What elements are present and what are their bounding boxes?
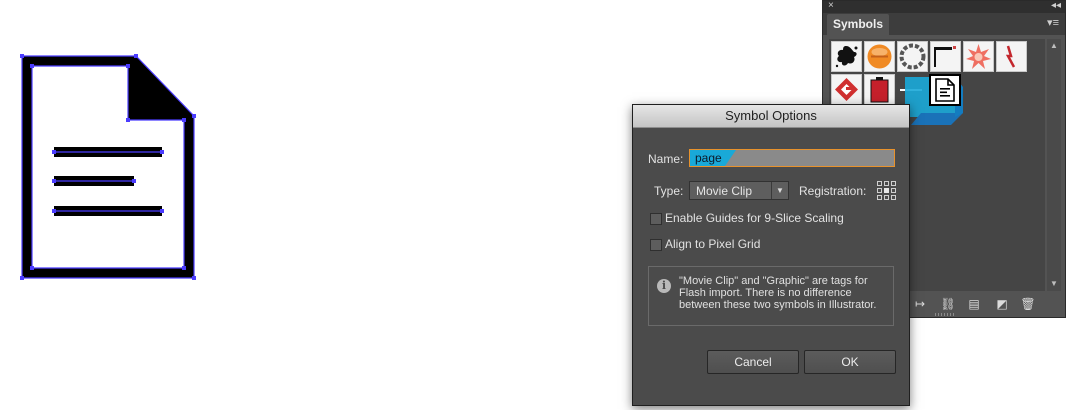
dialog-title: Symbol Options (725, 108, 817, 123)
pixel-grid-checkbox[interactable] (650, 239, 662, 251)
type-select-value: Movie Clip (696, 184, 753, 198)
cancel-button[interactable]: Cancel (707, 350, 799, 374)
symbol-pink-burst[interactable] (963, 41, 994, 72)
chevron-down-icon: ▼ (771, 182, 788, 199)
new-symbol-icon[interactable]: ◩ (993, 295, 1011, 313)
panel-topbar: × ◂◂ (823, 0, 1065, 13)
page-artwork[interactable] (18, 52, 202, 288)
registration-label: Registration: (799, 184, 867, 198)
ok-button[interactable]: OK (804, 350, 896, 374)
place-instance-icon[interactable]: ↦ (911, 295, 929, 313)
type-select[interactable]: Movie Clip ▼ (689, 181, 789, 200)
scroll-up-icon[interactable]: ▲ (1047, 39, 1061, 53)
symbol-flag-banner[interactable] (930, 41, 961, 72)
symbol-scrollbar[interactable]: ▲ ▼ (1047, 39, 1061, 291)
registration-grid-icon[interactable] (877, 181, 896, 200)
delete-symbol-icon[interactable]: 🗑 (1019, 295, 1037, 313)
symbol-page[interactable] (929, 74, 961, 106)
scroll-down-icon[interactable]: ▼ (1047, 277, 1061, 291)
name-label: Name: (648, 152, 684, 166)
symbol-orange-circle[interactable] (864, 41, 895, 72)
symbol-red-zigzag[interactable] (996, 41, 1027, 72)
panel-tab-row: Symbols ▾≡ (823, 13, 1065, 35)
close-icon[interactable]: × (828, 0, 834, 13)
type-label: Type: (654, 184, 684, 198)
symbol-options-icon[interactable]: ▤ (965, 295, 983, 313)
symbol-gear-ring[interactable] (897, 41, 928, 72)
symbol-red-diamond[interactable] (831, 74, 862, 105)
symbol-red-battery[interactable] (864, 74, 895, 105)
resize-grip[interactable] (935, 313, 955, 316)
collapse-icon[interactable]: ◂◂ (1051, 0, 1061, 13)
break-link-icon[interactable]: ⛓ (939, 295, 957, 313)
info-icon: i (657, 279, 671, 293)
info-box: i "Movie Clip" and "Graphic" are tags fo… (648, 266, 894, 326)
panel-menu-icon[interactable]: ▾≡ (1047, 16, 1059, 29)
name-value: page (695, 151, 722, 165)
guides-label: Enable Guides for 9-Slice Scaling (665, 211, 844, 225)
pixel-grid-label: Align to Pixel Grid (665, 237, 761, 251)
dialog-titlebar[interactable]: Symbol Options (633, 105, 909, 128)
symbol-options-dialog: Symbol Options Name: page Type: Movie Cl… (632, 104, 910, 406)
info-text: "Movie Clip" and "Graphic" are tags for … (679, 275, 877, 311)
guides-checkbox[interactable] (650, 213, 662, 225)
symbol-splatter[interactable] (831, 41, 862, 72)
tab-symbols[interactable]: Symbols (827, 14, 890, 35)
